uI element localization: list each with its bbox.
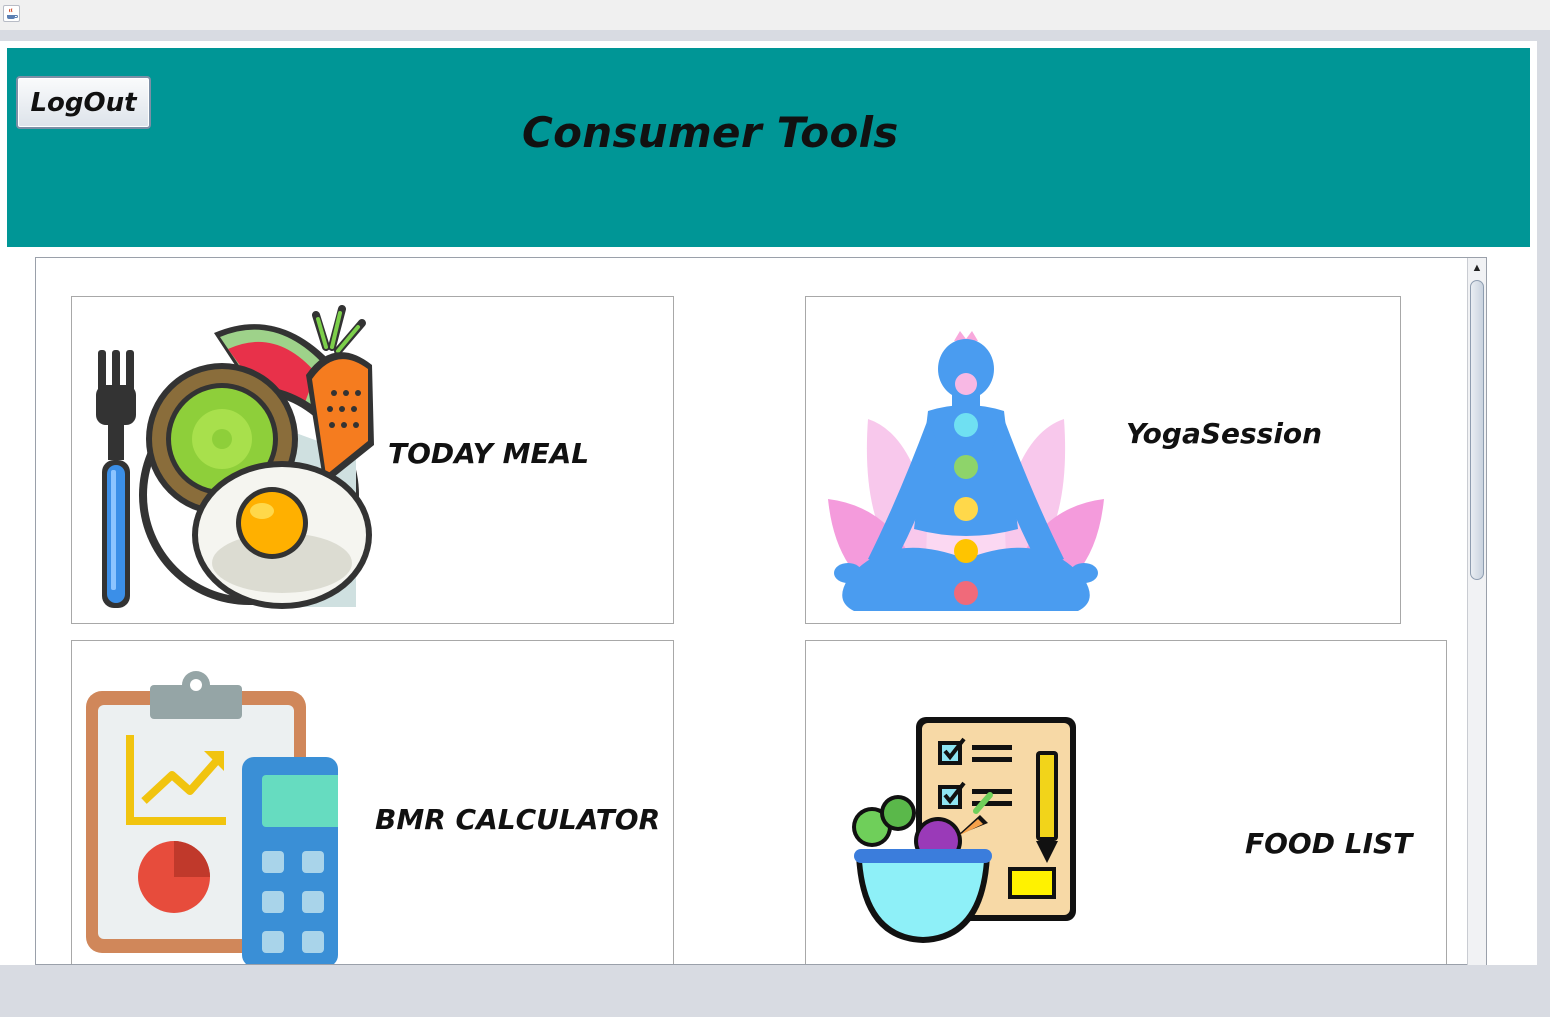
yoga-meditation-icon [828,331,1104,611]
window-bottom-margin [0,965,1550,1017]
bmr-calculator-card[interactable]: BMR CALCULATOR [71,640,674,964]
today-meal-label: TODAY MEAL [388,437,590,470]
scroll-thumb[interactable] [1470,280,1484,580]
page-title: Consumer Tools [522,108,899,157]
food-checklist-icon [852,717,1076,943]
today-meal-card[interactable]: TODAY MEAL [71,296,674,624]
bmr-calculator-label: BMR CALCULATOR [375,803,661,836]
food-list-label: FOOD LIST [1245,827,1413,860]
window-top-margin [0,30,1550,41]
bmr-clipboard-calculator-icon [86,671,338,964]
scroll-up-arrow-icon[interactable]: ▲ [1468,258,1486,278]
window-titlebar [0,0,1550,30]
java-coffee-icon[interactable] [3,5,20,22]
tools-scroll-pane[interactable]: TODAY MEAL YogaSession BMR CALCULATOR FO… [35,257,1487,965]
yoga-session-label: YogaSession [1126,417,1323,450]
yoga-session-card[interactable]: YogaSession [805,296,1401,624]
vertical-scrollbar[interactable]: ▲ [1467,258,1486,965]
logout-button[interactable]: LogOut [16,76,151,129]
food-list-card[interactable]: FOOD LIST [805,640,1447,964]
meal-plate-icon [96,305,374,609]
